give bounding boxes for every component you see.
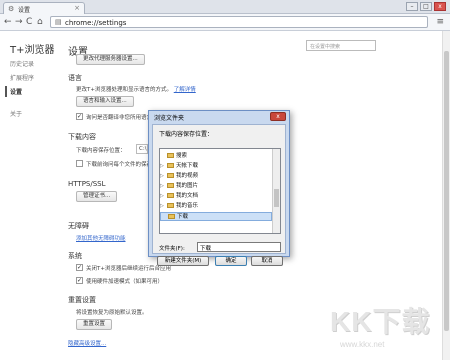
reload-icon[interactable]: C bbox=[26, 17, 32, 27]
expand-icon: ▷ bbox=[160, 163, 164, 169]
browser-toolbar: ← → C ⌂ ▤ chrome://settings ≡ bbox=[0, 14, 450, 31]
watermark-url: www.kkx.net bbox=[340, 340, 385, 349]
expand-icon: ▷ bbox=[160, 203, 164, 209]
manage-certificates-button[interactable]: 管理证书... bbox=[76, 191, 118, 202]
folder-icon bbox=[167, 173, 174, 178]
sidebar-item-settings[interactable]: 设置 bbox=[10, 87, 22, 96]
settings-search-input[interactable]: 在设置中搜索 bbox=[306, 40, 376, 51]
home-icon[interactable]: ⌂ bbox=[37, 17, 43, 27]
gear-icon: ⚙ bbox=[8, 5, 15, 13]
browse-folder-dialog: 浏览文件夹 x 下载内容保存位置： 搜索 ▷ 天帐下载 ▷ 我的视频 ▷ 我的图片 ▷… bbox=[148, 110, 290, 266]
sidebar: T+浏览器 历史记录 扩展程序 设置 关于 bbox=[0, 31, 58, 360]
sidebar-item-extensions[interactable]: 扩展程序 bbox=[10, 73, 34, 82]
tree-scrollbar-thumb[interactable] bbox=[274, 189, 279, 207]
minimize-button[interactable]: – bbox=[406, 2, 418, 11]
folder-icon bbox=[167, 153, 174, 158]
cancel-button[interactable]: 取消 bbox=[251, 256, 283, 266]
language-settings-button[interactable]: 语言和输入设置... bbox=[76, 96, 134, 107]
folder-input[interactable]: 下载 bbox=[197, 242, 281, 252]
tab-close-icon[interactable]: × bbox=[74, 4, 80, 12]
folder-icon bbox=[167, 183, 174, 188]
download-location-field[interactable]: C:\Users\ bbox=[136, 144, 148, 154]
accessibility-link[interactable]: 添加其他无障碍功能 bbox=[76, 234, 126, 242]
new-folder-button[interactable]: 新建文件夹(M) bbox=[157, 256, 209, 266]
close-window-button[interactable]: x bbox=[434, 2, 446, 11]
watermark-brand: KK下载 bbox=[330, 306, 431, 337]
tree-item[interactable]: ▷ 我的图片 bbox=[160, 182, 272, 191]
page-icon: ▤ bbox=[55, 18, 62, 26]
dialog-close-button[interactable]: x bbox=[270, 112, 286, 121]
hide-advanced-link[interactable]: 隐藏高级设置... bbox=[68, 339, 106, 347]
tree-item[interactable]: ▷ 天帐下载 bbox=[160, 162, 272, 171]
folder-icon bbox=[167, 203, 174, 208]
tab-title: 设置 bbox=[18, 7, 31, 14]
ok-button[interactable]: 确定 bbox=[215, 256, 247, 266]
https-heading: HTTPS/SSL bbox=[68, 180, 106, 188]
language-learn-more-link[interactable]: 了解详情 bbox=[174, 87, 196, 93]
tree-item[interactable]: ▷ 我的视频 bbox=[160, 172, 272, 181]
page-scrollbar-thumb[interactable] bbox=[444, 51, 449, 331]
sidebar-item-history[interactable]: 历史记录 bbox=[10, 59, 34, 68]
dialog-body: 下载内容保存位置： 搜索 ▷ 天帐下载 ▷ 我的视频 ▷ 我的图片 ▷ 我的文档 ▷ 我的… bbox=[152, 124, 286, 266]
folder-icon bbox=[168, 214, 175, 219]
expand-icon: ▷ bbox=[160, 173, 164, 179]
hardware-accel-checkbox[interactable]: ✓ bbox=[76, 277, 83, 284]
tab-settings[interactable]: ⚙ 设置 × bbox=[3, 2, 85, 14]
system-heading: 系统 bbox=[68, 252, 82, 260]
tree-item-selected[interactable]: 下载 bbox=[160, 212, 272, 221]
expand-icon: ▷ bbox=[160, 183, 164, 189]
tree-scrollbar[interactable] bbox=[272, 149, 280, 233]
language-desc: 更改T+浏览器处理和显示语言的方式。 了解详情 bbox=[76, 87, 196, 93]
maximize-button[interactable]: □ bbox=[420, 2, 432, 11]
expand-icon: ▷ bbox=[160, 193, 164, 199]
translate-checkbox[interactable]: ✓ bbox=[76, 113, 83, 120]
title-bar: ⚙ 设置 × – □ x bbox=[0, 0, 450, 14]
tree-item[interactable]: ▷ 我的文档 bbox=[160, 192, 272, 201]
menu-icon[interactable]: ≡ bbox=[436, 17, 444, 27]
brand-title: T+浏览器 bbox=[10, 45, 55, 56]
window-controls: – □ x bbox=[406, 2, 446, 11]
folder-tree[interactable]: 搜索 ▷ 天帐下载 ▷ 我的视频 ▷ 我的图片 ▷ 我的文档 ▷ 我的音乐 下载 bbox=[159, 148, 281, 234]
dialog-title: 浏览文件夹 bbox=[154, 115, 185, 122]
address-bar[interactable]: ▤ chrome://settings bbox=[50, 16, 428, 28]
language-heading: 语言 bbox=[68, 74, 82, 82]
reset-heading: 重置设置 bbox=[68, 296, 96, 304]
hardware-accel-label: 使用硬件加速模式（如果可用） bbox=[86, 279, 164, 285]
accessibility-heading: 无障碍 bbox=[68, 222, 89, 230]
reset-settings-button[interactable]: 重置设置 bbox=[76, 319, 113, 330]
downloads-heading: 下载内容 bbox=[68, 133, 96, 141]
address-text: chrome://settings bbox=[65, 19, 127, 27]
reset-desc: 将设置恢复为原始默认设置。 bbox=[76, 310, 148, 316]
forward-icon[interactable]: → bbox=[15, 17, 23, 27]
watermark: KK下载 www.kkx.net bbox=[330, 300, 442, 356]
tree-item-search[interactable]: 搜索 bbox=[160, 152, 272, 161]
folder-icon bbox=[167, 193, 174, 198]
proxy-settings-button[interactable]: 更改代理服务器设置... bbox=[76, 54, 145, 65]
folder-label: 文件夹(F): bbox=[159, 246, 185, 252]
active-indicator bbox=[5, 86, 7, 97]
tree-item[interactable]: ▷ 我的音乐 bbox=[160, 202, 272, 211]
back-icon[interactable]: ← bbox=[4, 17, 12, 27]
page-scrollbar[interactable] bbox=[442, 31, 450, 360]
background-apps-checkbox[interactable]: ✓ bbox=[76, 264, 83, 271]
sidebar-item-about[interactable]: 关于 bbox=[10, 109, 22, 118]
folder-icon bbox=[167, 163, 174, 168]
ask-download-checkbox[interactable] bbox=[76, 160, 83, 167]
dialog-prompt: 下载内容保存位置： bbox=[159, 131, 214, 138]
download-location-label: 下载内容保存位置： bbox=[76, 148, 126, 154]
